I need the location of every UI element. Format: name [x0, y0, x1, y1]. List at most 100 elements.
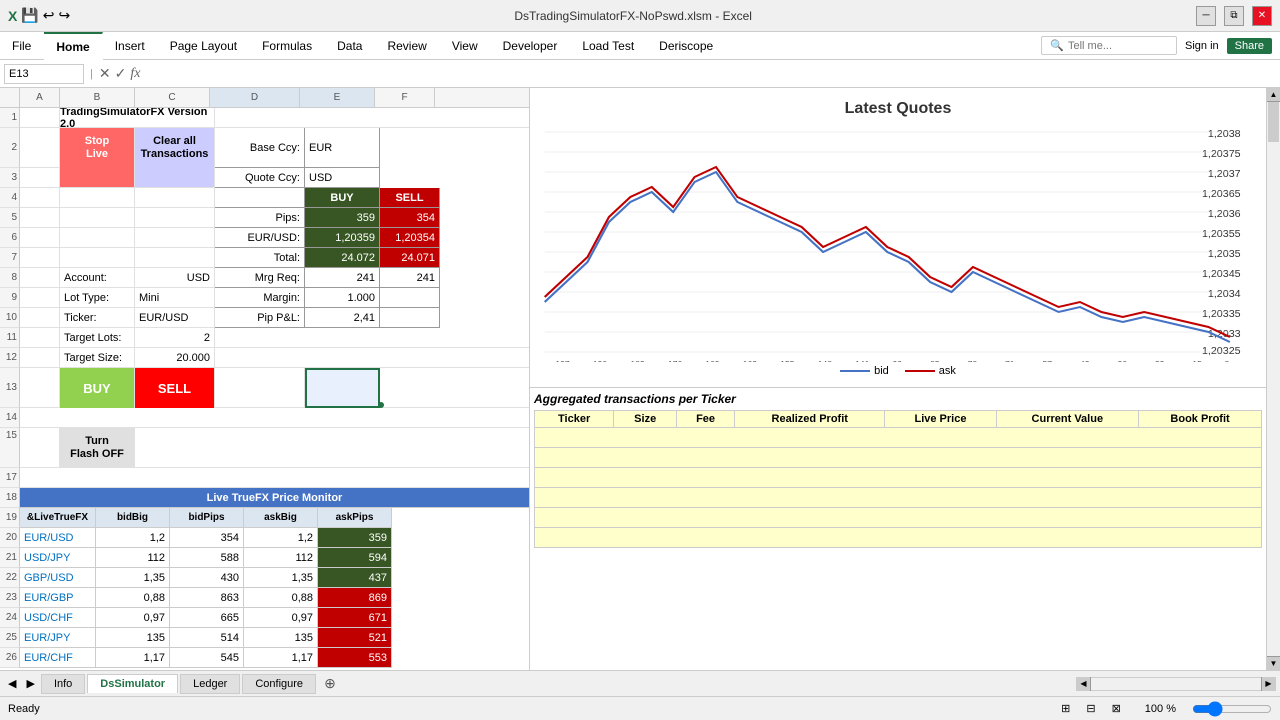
- cell-b10[interactable]: Ticker:: [60, 308, 135, 328]
- monitor-askbig[interactable]: 112: [244, 548, 318, 568]
- monitor-askbig[interactable]: 135: [244, 628, 318, 648]
- monitor-bidbig[interactable]: 1,35: [96, 568, 170, 588]
- cell-c5[interactable]: [135, 208, 215, 228]
- scroll-up-button[interactable]: ▲: [1267, 88, 1280, 102]
- monitor-bidbig[interactable]: 0,88: [96, 588, 170, 608]
- monitor-ticker[interactable]: GBP/USD: [20, 568, 96, 588]
- monitor-askbig[interactable]: 1,17: [244, 648, 318, 668]
- cell-d2[interactable]: Base Ccy:: [215, 128, 305, 168]
- cell-c6[interactable]: [135, 228, 215, 248]
- cell-c3[interactable]: [135, 168, 215, 188]
- cell-rest-11[interactable]: [215, 328, 529, 348]
- cell-a5[interactable]: [20, 208, 60, 228]
- scroll-thumb[interactable]: [1268, 102, 1279, 142]
- vertical-scrollbar[interactable]: ▲ ▼: [1266, 88, 1280, 670]
- monitor-bidbig[interactable]: 1,17: [96, 648, 170, 668]
- cell-a12[interactable]: [20, 348, 60, 368]
- cell-f8[interactable]: 241: [380, 268, 440, 288]
- monitor-askpips[interactable]: 553: [318, 648, 392, 668]
- cell-e10[interactable]: 2,41: [305, 308, 380, 328]
- cell-e7[interactable]: 24.072: [305, 248, 380, 268]
- monitor-askpips[interactable]: 869: [318, 588, 392, 608]
- stop-live-button[interactable]: Stop Live: [60, 128, 135, 168]
- cell-e6[interactable]: 1,20359: [305, 228, 380, 248]
- monitor-ticker[interactable]: USD/CHF: [20, 608, 96, 628]
- cell-f2[interactable]: [380, 128, 529, 168]
- monitor-askpips[interactable]: 671: [318, 608, 392, 628]
- sheet-tab-info[interactable]: Info: [41, 674, 85, 694]
- status-view-normal[interactable]: ⊞: [1061, 702, 1070, 715]
- monitor-bidpips[interactable]: 863: [170, 588, 244, 608]
- cancel-formula-icon[interactable]: ✕: [99, 65, 111, 82]
- scroll-down-button[interactable]: ▼: [1267, 656, 1280, 670]
- cell-d7[interactable]: Total:: [215, 248, 305, 268]
- monitor-bidbig[interactable]: 0,97: [96, 608, 170, 628]
- cell-a2[interactable]: [20, 128, 60, 168]
- add-sheet-button[interactable]: ⊕: [318, 673, 342, 694]
- monitor-ticker[interactable]: EUR/GBP: [20, 588, 96, 608]
- search-input[interactable]: [1068, 40, 1168, 52]
- cell-f6[interactable]: 1,20354: [380, 228, 440, 248]
- scroll-left-button[interactable]: ◀: [1077, 677, 1091, 691]
- sign-in-button[interactable]: Sign in: [1185, 40, 1219, 52]
- cell-e5[interactable]: 359: [305, 208, 380, 228]
- cell-e4-buy[interactable]: BUY: [305, 188, 380, 208]
- cell-b9[interactable]: Lot Type:: [60, 288, 135, 308]
- cell-e8[interactable]: 241: [305, 268, 380, 288]
- cell-a4[interactable]: [20, 188, 60, 208]
- cell-c10[interactable]: EUR/USD: [135, 308, 215, 328]
- cell-rest-15[interactable]: [135, 428, 529, 468]
- undo-icon[interactable]: ↩: [43, 7, 55, 24]
- turn-flash-off-button[interactable]: Turn Flash OFF: [60, 428, 135, 468]
- tab-developer[interactable]: Developer: [491, 32, 571, 60]
- zoom-slider[interactable]: [1192, 703, 1272, 715]
- cell-c9[interactable]: Mini: [135, 288, 215, 308]
- cell-rest-17[interactable]: [20, 468, 529, 488]
- monitor-bidbig[interactable]: 135: [96, 628, 170, 648]
- sell-button[interactable]: SELL: [135, 368, 215, 408]
- monitor-askpips[interactable]: 594: [318, 548, 392, 568]
- tab-formulas[interactable]: Formulas: [250, 32, 325, 60]
- cell-b11[interactable]: Target Lots:: [60, 328, 135, 348]
- monitor-bidpips[interactable]: 588: [170, 548, 244, 568]
- cell-a6[interactable]: [20, 228, 60, 248]
- cell-b4[interactable]: [60, 188, 135, 208]
- cell-a1[interactable]: [20, 108, 60, 128]
- sheet-tab-ledger[interactable]: Ledger: [180, 674, 240, 694]
- cell-b1[interactable]: TradingSimulatorFX Version 2.0: [60, 108, 215, 128]
- scroll-sheets-right[interactable]: ▶: [22, 675, 38, 692]
- cell-a11[interactable]: [20, 328, 60, 348]
- cell-a13[interactable]: [20, 368, 60, 408]
- cell-d9[interactable]: Margin:: [215, 288, 305, 308]
- monitor-ticker[interactable]: USD/JPY: [20, 548, 96, 568]
- cell-f5[interactable]: 354: [380, 208, 440, 228]
- monitor-bidpips[interactable]: 354: [170, 528, 244, 548]
- tab-data[interactable]: Data: [325, 32, 375, 60]
- clear-transactions-button[interactable]: Clear all Transactions: [135, 128, 215, 168]
- tab-page-layout[interactable]: Page Layout: [158, 32, 250, 60]
- share-button[interactable]: Share: [1227, 38, 1272, 54]
- monitor-askbig[interactable]: 0,97: [244, 608, 318, 628]
- horizontal-scrollbar[interactable]: ◀ ▶: [1076, 677, 1276, 691]
- window-controls[interactable]: ─ ⧉ ✕: [1196, 6, 1272, 26]
- cell-rest-1[interactable]: [215, 108, 529, 128]
- cell-b5[interactable]: [60, 208, 135, 228]
- save-icon[interactable]: 💾: [21, 7, 38, 24]
- cell-c4[interactable]: [135, 188, 215, 208]
- monitor-bidbig[interactable]: 1,2: [96, 528, 170, 548]
- cell-a8[interactable]: [20, 268, 60, 288]
- monitor-bidpips[interactable]: 665: [170, 608, 244, 628]
- cell-c7[interactable]: [135, 248, 215, 268]
- cell-rest-13[interactable]: [380, 368, 529, 408]
- monitor-askbig[interactable]: 0,88: [244, 588, 318, 608]
- scroll-right-button[interactable]: ▶: [1261, 677, 1275, 691]
- insert-function-icon[interactable]: fx: [130, 66, 140, 82]
- cell-b7[interactable]: [60, 248, 135, 268]
- cell-rest-14[interactable]: [20, 408, 529, 428]
- scroll-track[interactable]: [1267, 102, 1280, 656]
- monitor-askbig[interactable]: 1,2: [244, 528, 318, 548]
- restore-button[interactable]: ⧉: [1224, 6, 1244, 26]
- tab-view[interactable]: View: [440, 32, 491, 60]
- cell-d5[interactable]: Pips:: [215, 208, 305, 228]
- cell-f3[interactable]: [380, 168, 529, 188]
